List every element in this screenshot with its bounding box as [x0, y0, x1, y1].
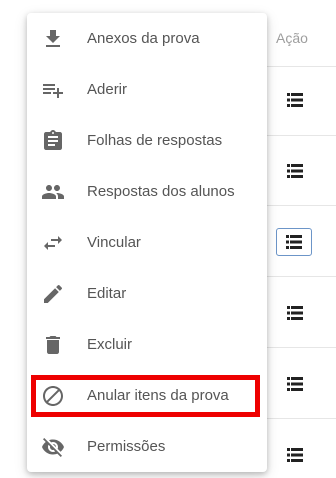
assignment-icon — [41, 129, 65, 153]
menu-item-editar[interactable]: Editar — [27, 268, 267, 319]
row-actions-list-icon[interactable] — [283, 89, 307, 111]
menu-item-folhas[interactable]: Folhas de respostas — [27, 115, 267, 166]
row-divider — [260, 418, 336, 419]
menu-item-aderir[interactable]: Aderir — [27, 64, 267, 115]
menu-item-label: Respostas dos alunos — [87, 183, 235, 200]
menu-item-permissoes[interactable]: Permissões — [27, 421, 267, 472]
menu-item-label: Editar — [87, 285, 127, 302]
menu-item-anular-itens[interactable]: Anular itens da prova — [27, 370, 267, 421]
menu-item-label: Excluir — [87, 336, 133, 353]
actions-menu: Anexos da prova Aderir Folhas de respost… — [27, 13, 267, 472]
trash-icon — [41, 333, 65, 357]
menu-item-label: Aderir — [87, 81, 128, 98]
menu-item-excluir[interactable]: Excluir — [27, 319, 267, 370]
row-actions-list-icon[interactable] — [283, 160, 307, 182]
menu-item-label: Permissões — [87, 438, 166, 455]
menu-item-label: Anexos da prova — [87, 30, 200, 47]
menu-item-label: Vincular — [87, 234, 141, 251]
row-actions-list-icon[interactable] — [283, 302, 307, 324]
eye-off-icon — [41, 435, 65, 459]
row-divider — [260, 205, 336, 206]
block-icon — [41, 384, 65, 408]
row-divider — [260, 135, 336, 136]
row-divider — [260, 347, 336, 348]
menu-item-anexos[interactable]: Anexos da prova — [27, 13, 267, 64]
people-icon — [41, 180, 65, 204]
playlist-add-icon — [41, 78, 65, 102]
menu-item-vincular[interactable]: Vincular — [27, 217, 267, 268]
row-divider — [260, 66, 336, 67]
row-actions-list-icon[interactable] — [283, 444, 307, 466]
row-divider — [260, 276, 336, 277]
download-icon — [41, 27, 65, 51]
row-actions-list-icon[interactable] — [283, 373, 307, 395]
screen: Ação Anexos da prova Aderir Folhas de re… — [0, 0, 336, 478]
row-actions-list-icon-active[interactable] — [276, 228, 312, 256]
action-column-header: Ação — [276, 30, 308, 46]
swap-horiz-icon — [41, 231, 65, 255]
pencil-icon — [41, 282, 65, 306]
menu-item-label: Anular itens da prova — [87, 387, 229, 404]
menu-item-respostas-alunos[interactable]: Respostas dos alunos — [27, 166, 267, 217]
menu-item-label: Folhas de respostas — [87, 132, 223, 149]
